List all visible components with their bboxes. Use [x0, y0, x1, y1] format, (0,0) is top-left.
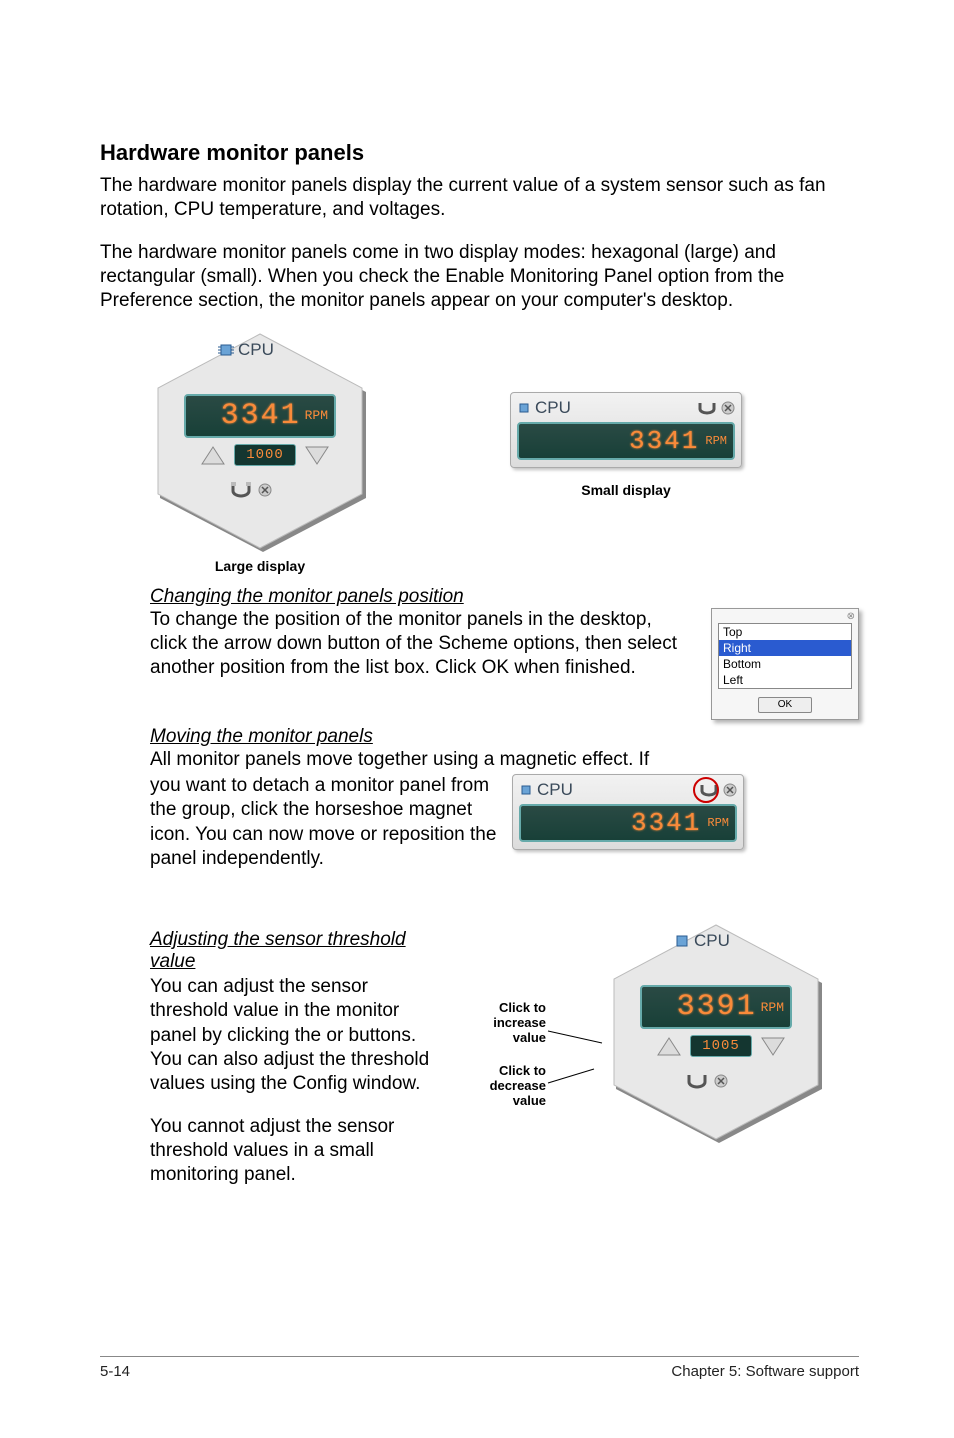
panel-title-text: CPU — [694, 931, 730, 951]
scheme-option[interactable]: Bottom — [719, 656, 851, 672]
chapter-title: Chapter 5: Software support — [671, 1363, 859, 1380]
page: Hardware monitor panels The hardware mon… — [0, 0, 954, 1438]
adjusting-threshold-heading: Adjusting the sensor threshold value — [150, 929, 450, 973]
panel-bottom-icons — [686, 1073, 728, 1089]
threshold-row: 1000 — [198, 444, 332, 466]
threshold-row: 1005 — [654, 1035, 788, 1057]
scheme-listbox[interactable]: ⊗ TopRightBottomLeft OK — [711, 608, 859, 720]
large-display-col: CPU 3341 RPM 1000 — [150, 332, 370, 574]
panel-title: CPU — [674, 931, 730, 951]
hexagon-shape — [150, 332, 370, 552]
sensor-value: 3341 — [629, 426, 699, 456]
magnet-icon[interactable] — [230, 482, 252, 498]
magnet-icon[interactable] — [697, 401, 717, 415]
panel-bottom-icons — [230, 482, 272, 498]
sensor-value: 3391 — [677, 990, 757, 1024]
cpu-chip-icon — [519, 783, 533, 797]
cpu-chip-icon — [517, 401, 531, 415]
decrease-button[interactable] — [302, 444, 332, 466]
detach-example-panel[interactable]: CPU 3341 RPM — [512, 774, 744, 850]
panel-title-text: CPU — [537, 780, 573, 800]
panel-title: CPU — [519, 780, 573, 800]
threshold-lcd: 1005 — [690, 1035, 752, 1057]
decrease-button[interactable] — [758, 1035, 788, 1057]
increase-button[interactable] — [654, 1035, 684, 1057]
panel-title: CPU — [218, 340, 274, 360]
sensor-value: 3341 — [221, 399, 301, 433]
moving-panels-text-2: you want to detach a monitor panel from … — [150, 774, 500, 871]
scheme-option[interactable]: Top — [719, 624, 851, 640]
large-display-caption: Large display — [215, 558, 305, 574]
ok-button[interactable]: OK — [758, 697, 812, 713]
sensor-lcd: 3341 RPM — [184, 394, 336, 438]
cpu-chip-icon — [674, 933, 690, 949]
sensor-unit: RPM — [705, 434, 727, 448]
large-monitor-panel[interactable]: CPU 3341 RPM 1000 — [150, 332, 370, 552]
panel-title-text: CPU — [535, 398, 571, 418]
sensor-unit: RPM — [707, 816, 729, 830]
intro-para-1: The hardware monitor panels display the … — [100, 174, 859, 223]
adjusting-threshold-text-1: You can adjust the sensor threshold valu… — [150, 975, 450, 1097]
scheme-options-list[interactable]: TopRightBottomLeft — [718, 623, 852, 689]
changing-position-heading: Changing the monitor panels position — [150, 586, 859, 608]
close-icon[interactable] — [723, 783, 737, 797]
moving-panels-section: Moving the monitor panels All monitor pa… — [150, 726, 859, 890]
click-increase-label: Click to increase value — [468, 1001, 546, 1046]
section-heading: Hardware monitor panels — [100, 140, 859, 166]
adjusting-threshold-section: Adjusting the sensor threshold value You… — [150, 923, 859, 1206]
close-icon[interactable]: ⊗ — [847, 611, 855, 622]
increase-button[interactable] — [198, 444, 228, 466]
close-icon[interactable] — [721, 401, 735, 415]
sensor-value: 3341 — [631, 808, 701, 838]
small-display-col: CPU 3341 RPM Small displa — [510, 392, 742, 498]
magnet-highlight-circle — [691, 777, 721, 803]
sensor-unit: RPM — [761, 1000, 784, 1015]
click-labels: Click to increase value Click to decreas… — [468, 1001, 546, 1133]
page-number: 5-14 — [100, 1363, 130, 1380]
display-modes-row: CPU 3341 RPM 1000 — [100, 332, 859, 574]
leader-lines — [546, 923, 606, 1123]
changing-position-text: To change the position of the monitor pa… — [150, 608, 693, 681]
scheme-option[interactable]: Left — [719, 672, 851, 688]
magnet-icon[interactable] — [686, 1073, 708, 1089]
panel-title-text: CPU — [238, 340, 274, 360]
small-monitor-panel[interactable]: CPU 3341 RPM — [510, 392, 742, 468]
adjust-example-panel[interactable]: CPU 3391 RPM 1005 — [606, 923, 816, 1133]
cpu-chip-icon — [218, 342, 234, 358]
sensor-lcd: 3391 RPM — [640, 985, 792, 1029]
sensor-lcd: 3341 RPM — [519, 804, 737, 842]
click-decrease-label: Click to decrease value — [468, 1064, 546, 1109]
adjusting-threshold-text-2: You cannot adjust the sensor threshold v… — [150, 1115, 450, 1188]
panel-title: CPU — [517, 398, 571, 418]
page-footer: 5-14 Chapter 5: Software support — [100, 1356, 859, 1380]
moving-panels-text-1: All monitor panels move together using a… — [150, 748, 859, 772]
small-display-caption: Small display — [581, 482, 670, 498]
changing-position-section: Changing the monitor panels position To … — [150, 586, 859, 720]
sensor-lcd: 3341 RPM — [517, 422, 735, 460]
sensor-unit: RPM — [305, 408, 328, 423]
close-icon[interactable] — [714, 1074, 728, 1088]
scheme-option[interactable]: Right — [719, 640, 851, 656]
hexagon-shape — [606, 923, 826, 1143]
threshold-lcd: 1000 — [234, 444, 296, 466]
intro-para-2: The hardware monitor panels come in two … — [100, 241, 859, 314]
close-icon[interactable] — [258, 483, 272, 497]
moving-panels-heading: Moving the monitor panels — [150, 726, 859, 748]
